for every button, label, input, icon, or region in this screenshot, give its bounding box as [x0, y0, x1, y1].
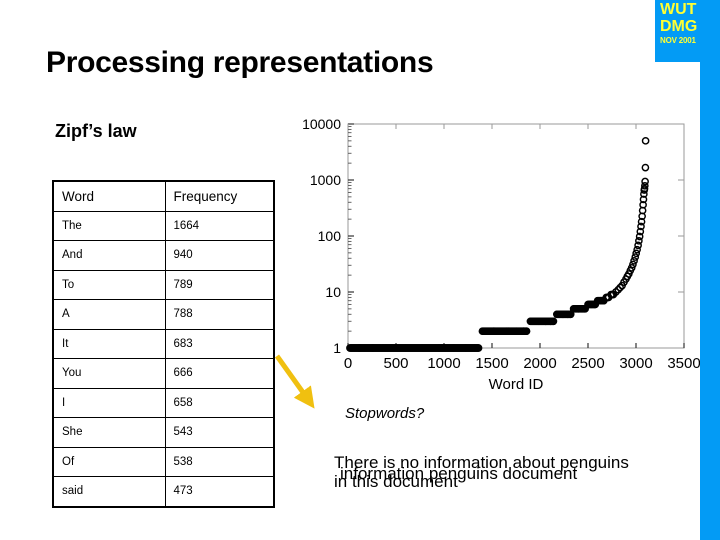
- cell-frequency: 543: [164, 417, 275, 448]
- stopwords-arrow-icon: [274, 354, 315, 409]
- cell-word: The: [52, 210, 166, 241]
- cell-word: said: [52, 476, 166, 507]
- cell-frequency: 1664: [164, 210, 275, 241]
- brand-line-2: DMG: [660, 17, 698, 35]
- word-frequency-table: Word Frequency The 1664 And 940 To 789 A 788 It 6…: [52, 180, 275, 508]
- stopwords-caption: Stopwords?: [345, 405, 425, 422]
- cell-frequency: 788: [164, 299, 275, 330]
- chart-canvas: 1 10 100 1000 10000 0 500 1000 1500 2000 2500 3000 3…: [302, 116, 700, 390]
- section-heading: Zipf’s law: [55, 121, 137, 141]
- chart-series: [346, 137, 650, 352]
- svg-text:2500: 2500: [571, 355, 604, 372]
- cell-word: A: [52, 299, 166, 330]
- svg-text:10: 10: [325, 284, 341, 300]
- example-sentence-keywords: information penguins document: [340, 464, 578, 483]
- table-row: Of 538: [52, 446, 275, 477]
- cell-frequency: 538: [164, 446, 275, 477]
- svg-text:500: 500: [383, 355, 408, 372]
- cell-word: Of: [52, 446, 166, 477]
- table-body: The 1664 And 940 To 789 A 788 It 683 You 666 I 658 She…: [52, 210, 275, 507]
- table-header-row: Word Frequency: [52, 180, 275, 212]
- brand-side-strip: [700, 0, 720, 540]
- cell-word: And: [52, 240, 166, 271]
- svg-text:2000: 2000: [523, 355, 556, 372]
- table-row: I 658: [52, 387, 275, 418]
- table-row: And 940: [52, 240, 275, 271]
- svg-text:10000: 10000: [302, 116, 341, 132]
- svg-text:1500: 1500: [475, 355, 508, 372]
- cell-word: It: [52, 328, 166, 359]
- svg-text:0: 0: [344, 355, 352, 372]
- cell-frequency: 473: [164, 476, 275, 507]
- svg-text:1000: 1000: [310, 172, 341, 188]
- page-title: Processing representations: [46, 46, 434, 79]
- column-header-word: Word: [52, 180, 166, 212]
- cell-frequency: 940: [164, 240, 275, 271]
- cell-word: She: [52, 417, 166, 448]
- column-header-frequency: Frequency: [164, 180, 275, 212]
- cell-frequency: 789: [164, 269, 275, 300]
- table-row: The 1664: [52, 210, 275, 241]
- cell-frequency: 666: [164, 358, 275, 389]
- cell-frequency: 683: [164, 328, 275, 359]
- brand-line-1: WUT: [660, 1, 697, 18]
- cell-word: To: [52, 269, 166, 300]
- svg-text:1000: 1000: [427, 355, 460, 372]
- cell-word: I: [52, 387, 166, 418]
- cell-frequency: 658: [164, 387, 275, 418]
- zipf-scatter-chart: 1 10 100 1000 10000 0 500 1000 1500 2000 2500 3000 3…: [288, 110, 700, 390]
- svg-text:3000: 3000: [619, 355, 652, 372]
- table-row: You 666: [52, 358, 275, 389]
- brand-date: NOV 2001: [660, 35, 696, 45]
- svg-text:100: 100: [318, 228, 342, 244]
- brand-logo: WUT DMG NOV 2001: [660, 1, 720, 45]
- svg-text:1: 1: [333, 340, 341, 356]
- table-row: It 683: [52, 328, 275, 359]
- cell-word: You: [52, 358, 166, 389]
- table-row: She 543: [52, 417, 275, 448]
- svg-text:3500: 3500: [667, 355, 700, 372]
- svg-text:Word ID: Word ID: [489, 376, 544, 390]
- table-row: A 788: [52, 299, 275, 330]
- table-row: said 473: [52, 476, 275, 507]
- table-row: To 789: [52, 269, 275, 300]
